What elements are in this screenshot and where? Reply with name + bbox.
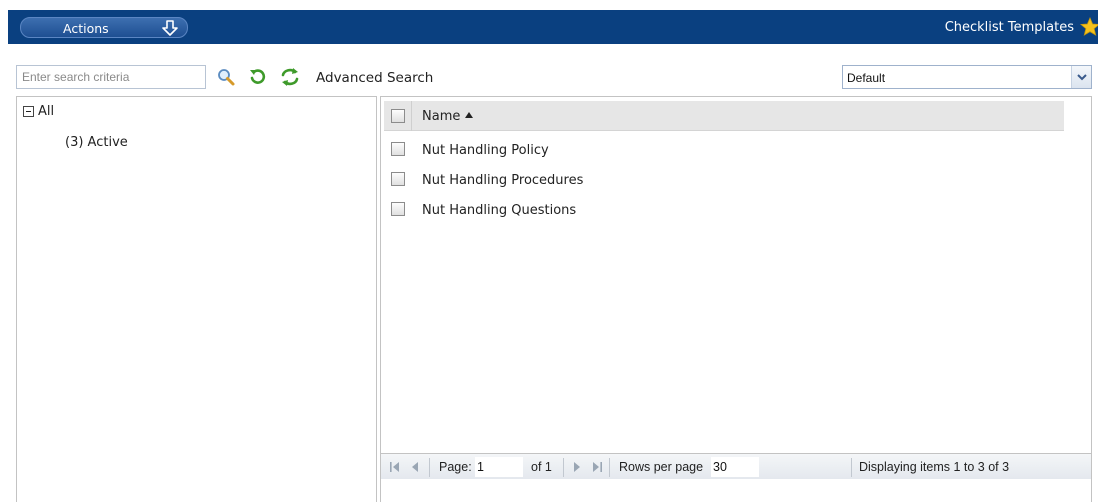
pager-separator <box>851 458 852 477</box>
refresh-icon[interactable] <box>280 67 300 87</box>
top-header-bar: Actions Checklist Templates <box>8 10 1098 44</box>
search-toolbar: Advanced Search Default <box>16 64 1092 92</box>
view-select-value: Default <box>847 71 886 85</box>
favorite-star-icon[interactable] <box>1080 17 1098 37</box>
chevron-down-icon <box>1077 74 1087 81</box>
page-count-label: of 1 <box>531 460 552 474</box>
row-name: Nut Handling Questions <box>422 203 577 218</box>
pager-separator <box>563 458 564 477</box>
tree-item-active[interactable]: (3) Active <box>65 135 128 150</box>
name-column-label: Name <box>422 109 461 124</box>
arrow-down-icon <box>162 20 178 36</box>
actions-button[interactable]: Actions <box>20 17 188 38</box>
table-row[interactable]: Nut Handling Policy <box>384 135 1064 165</box>
select-all-checkbox[interactable] <box>391 109 405 123</box>
rows-per-page-input[interactable] <box>711 457 759 477</box>
search-icon[interactable] <box>216 67 236 87</box>
row-checkbox[interactable] <box>391 172 405 186</box>
clear-search-icon[interactable] <box>248 67 268 87</box>
column-divider <box>411 101 412 131</box>
last-page-icon[interactable] <box>591 461 603 473</box>
table-row[interactable]: Nut Handling Questions <box>384 195 1064 225</box>
row-checkbox[interactable] <box>391 142 405 156</box>
collapse-icon[interactable] <box>23 106 34 117</box>
page-label: Page: <box>439 460 472 474</box>
page-title: Checklist Templates <box>944 20 1074 35</box>
rows-per-page-label: Rows per page <box>619 460 704 474</box>
row-name: Nut Handling Policy <box>422 143 549 158</box>
first-page-icon[interactable] <box>389 461 401 473</box>
templates-grid: Name Nut Handling Policy Nut Handling Pr… <box>380 96 1092 502</box>
search-input[interactable] <box>16 65 206 89</box>
display-count-text: Displaying items 1 to 3 of 3 <box>859 460 1010 474</box>
grid-header: Name <box>384 101 1064 131</box>
page-number-input[interactable] <box>475 457 523 477</box>
pager-separator <box>429 458 430 477</box>
category-tree-panel: All (3) Active <box>16 96 377 502</box>
pager-separator <box>609 458 610 477</box>
advanced-search-link[interactable]: Advanced Search <box>316 70 433 86</box>
name-column-header[interactable]: Name <box>422 109 474 124</box>
row-checkbox[interactable] <box>391 202 405 216</box>
previous-page-icon[interactable] <box>409 461 421 473</box>
pagination-toolbar: Page: of 1 Rows per page Displaying item… <box>381 453 1091 479</box>
table-row[interactable]: Nut Handling Procedures <box>384 165 1064 195</box>
tree-root-label: All <box>38 104 55 119</box>
pagination-bar: Page: of 1 Rows per page Displaying item… <box>381 453 1091 502</box>
row-name: Nut Handling Procedures <box>422 173 584 188</box>
actions-label: Actions <box>63 21 109 36</box>
sort-ascending-icon <box>465 112 474 118</box>
next-page-icon[interactable] <box>571 461 583 473</box>
view-select[interactable]: Default <box>842 65 1092 89</box>
view-select-dropdown-button[interactable] <box>1071 66 1091 88</box>
